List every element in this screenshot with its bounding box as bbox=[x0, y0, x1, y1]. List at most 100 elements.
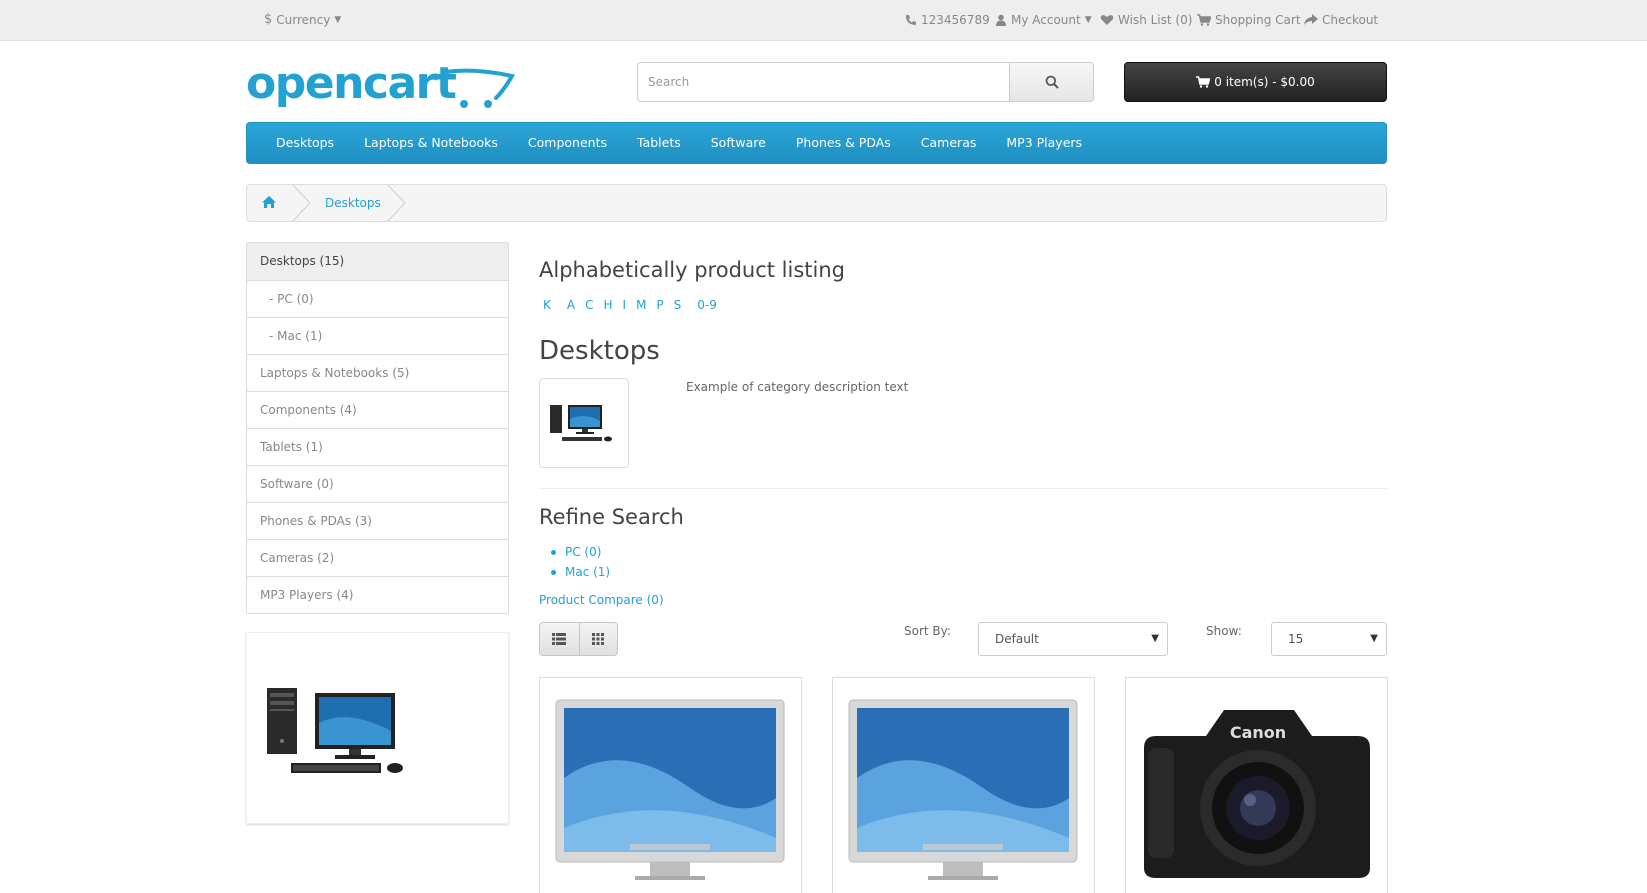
desktop-computer-image bbox=[267, 688, 403, 773]
desktop-computer-image bbox=[550, 405, 612, 442]
list-view-button[interactable] bbox=[540, 623, 579, 655]
wish-list-link[interactable]: Wish List (0) bbox=[1100, 10, 1192, 30]
alpha-letter-h[interactable]: H bbox=[603, 298, 612, 312]
category-thumbnail[interactable] bbox=[539, 378, 629, 468]
menu-item-cameras[interactable]: Cameras bbox=[906, 122, 992, 164]
alpha-letter-p[interactable]: P bbox=[656, 298, 663, 312]
refine-item-label: Mac (1) bbox=[565, 565, 611, 579]
category-item-pc[interactable]: - PC (0) bbox=[247, 280, 508, 317]
list-icon bbox=[552, 633, 567, 645]
phone-number: 123456789 bbox=[921, 13, 990, 27]
currency-dropdown[interactable]: $ Currency ▼ bbox=[264, 10, 341, 30]
refine-search-list: PC (0) Mac (1) bbox=[551, 542, 611, 582]
logo[interactable]: opencart bbox=[246, 58, 516, 114]
category-description: Example of category description text bbox=[686, 380, 909, 394]
select-arrow-icon: ▼ bbox=[1151, 633, 1159, 644]
refine-search-title: Refine Search bbox=[539, 505, 684, 529]
canon-camera-image: Canon bbox=[1144, 710, 1370, 878]
logo-text: opencart bbox=[246, 58, 457, 109]
category-item-desktops[interactable]: Desktops (15) bbox=[247, 243, 508, 280]
bullet bbox=[551, 569, 556, 575]
show-limit-select[interactable]: 15 ▼ bbox=[1271, 622, 1387, 656]
grid-view-button[interactable] bbox=[578, 623, 618, 655]
category-item-tablets[interactable]: Tablets (1) bbox=[247, 428, 508, 465]
category-item-phones-pdas[interactable]: Phones & PDAs (3) bbox=[247, 502, 508, 539]
product-card[interactable] bbox=[539, 677, 802, 893]
alpha-letter-c[interactable]: C bbox=[585, 298, 593, 312]
category-item-laptops-notebooks[interactable]: Laptops & Notebooks (5) bbox=[247, 354, 508, 391]
cart-total: 0 item(s) - $0.00 bbox=[1214, 75, 1315, 89]
refine-item-pc[interactable]: PC (0) bbox=[551, 542, 610, 562]
category-title: Desktops bbox=[539, 336, 660, 366]
alpha-letter-m[interactable]: M bbox=[636, 298, 646, 312]
select-arrow-icon: ▼ bbox=[1370, 633, 1378, 644]
menu-item-phones-pdas[interactable]: Phones & PDAs bbox=[781, 122, 906, 164]
alphabet-filter: K A C H I M P S 0-9 bbox=[543, 298, 717, 312]
breadcrumb-separator bbox=[292, 185, 311, 221]
search-icon bbox=[1045, 75, 1059, 89]
alpha-letter-i[interactable]: I bbox=[623, 298, 627, 312]
apple-cinema-display-image bbox=[848, 699, 1078, 880]
menu-item-mp3-players[interactable]: MP3 Players bbox=[991, 122, 1097, 164]
menu-item-tablets[interactable]: Tablets bbox=[622, 122, 696, 164]
shopping-cart-link[interactable]: Shopping Cart bbox=[1197, 10, 1301, 30]
dollar-icon: $ bbox=[264, 12, 273, 27]
sidebar-banner[interactable] bbox=[246, 632, 509, 824]
my-account-dropdown[interactable]: My Account ▼ bbox=[995, 10, 1092, 30]
search-button[interactable] bbox=[1009, 62, 1094, 102]
sort-by-select[interactable]: Default ▼ bbox=[978, 622, 1168, 656]
product-card[interactable] bbox=[832, 677, 1095, 893]
alpha-letter-a[interactable]: A bbox=[567, 298, 575, 312]
shopping-cart-icon bbox=[1197, 14, 1211, 26]
menu-item-laptops-notebooks[interactable]: Laptops & Notebooks bbox=[349, 122, 513, 164]
category-item-components[interactable]: Components (4) bbox=[247, 391, 508, 428]
breadcrumb-item-desktops[interactable]: Desktops bbox=[325, 185, 381, 221]
logo-cart-icon bbox=[444, 68, 516, 108]
checkout-label: Checkout bbox=[1322, 13, 1379, 27]
caret-down-icon: ▼ bbox=[1084, 15, 1092, 25]
alpha-letter-s[interactable]: S bbox=[674, 298, 682, 312]
sort-by-label: Sort By: bbox=[904, 624, 951, 638]
menu-item-components[interactable]: Components bbox=[513, 122, 622, 164]
show-label: Show: bbox=[1206, 624, 1242, 638]
shopping-cart-label: Shopping Cart bbox=[1215, 13, 1301, 27]
search-input[interactable] bbox=[637, 62, 1010, 102]
alphabetical-listing-title: Alphabetically product listing bbox=[539, 258, 845, 282]
menu-item-desktops[interactable]: Desktops bbox=[261, 122, 349, 164]
alpha-letter-k[interactable]: K bbox=[543, 298, 551, 312]
menu-item-software[interactable]: Software bbox=[696, 122, 781, 164]
phone-icon bbox=[906, 15, 916, 25]
show-limit-value: 15 bbox=[1288, 632, 1304, 646]
category-item-software[interactable]: Software (0) bbox=[247, 465, 508, 502]
wish-list-label: Wish List (0) bbox=[1118, 13, 1193, 27]
alpha-letter-0-9[interactable]: 0-9 bbox=[697, 298, 717, 312]
product-card[interactable]: Canon bbox=[1125, 677, 1388, 893]
view-toggle bbox=[539, 622, 618, 656]
shopping-cart-icon bbox=[1196, 76, 1211, 88]
my-account-label: My Account bbox=[1011, 13, 1081, 27]
cart-button[interactable]: 0 item(s) - $0.00 bbox=[1124, 62, 1387, 102]
sort-by-value: Default bbox=[995, 632, 1039, 646]
currency-label: Currency bbox=[276, 13, 331, 27]
share-icon bbox=[1304, 14, 1318, 25]
breadcrumb-separator bbox=[387, 185, 406, 221]
breadcrumb: Desktops bbox=[246, 184, 1387, 222]
grid-icon bbox=[592, 633, 605, 645]
camera-brand-text: Canon bbox=[1230, 723, 1286, 742]
phone-link[interactable]: 123456789 bbox=[905, 10, 990, 30]
search-bar bbox=[637, 62, 1094, 102]
refine-item-label: PC (0) bbox=[565, 545, 602, 559]
top-bar: $ Currency ▼ 123456789 My Account ▼ Wish… bbox=[0, 0, 1647, 41]
refine-item-mac[interactable]: Mac (1) bbox=[551, 562, 611, 582]
category-item-mp3-players[interactable]: MP3 Players (4) bbox=[247, 576, 508, 613]
divider bbox=[539, 488, 1387, 489]
checkout-link[interactable]: Checkout bbox=[1304, 10, 1378, 30]
product-compare-link[interactable]: Product Compare (0) bbox=[539, 593, 664, 607]
category-list: Desktops (15) - PC (0) - Mac (1) Laptops… bbox=[246, 242, 509, 614]
bullet bbox=[551, 549, 556, 555]
category-item-mac[interactable]: - Mac (1) bbox=[247, 317, 508, 354]
category-item-cameras[interactable]: Cameras (2) bbox=[247, 539, 508, 576]
home-icon[interactable] bbox=[261, 195, 277, 209]
caret-down-icon: ▼ bbox=[334, 15, 342, 25]
main-menu: Desktops Laptops & Notebooks Components … bbox=[246, 122, 1387, 164]
